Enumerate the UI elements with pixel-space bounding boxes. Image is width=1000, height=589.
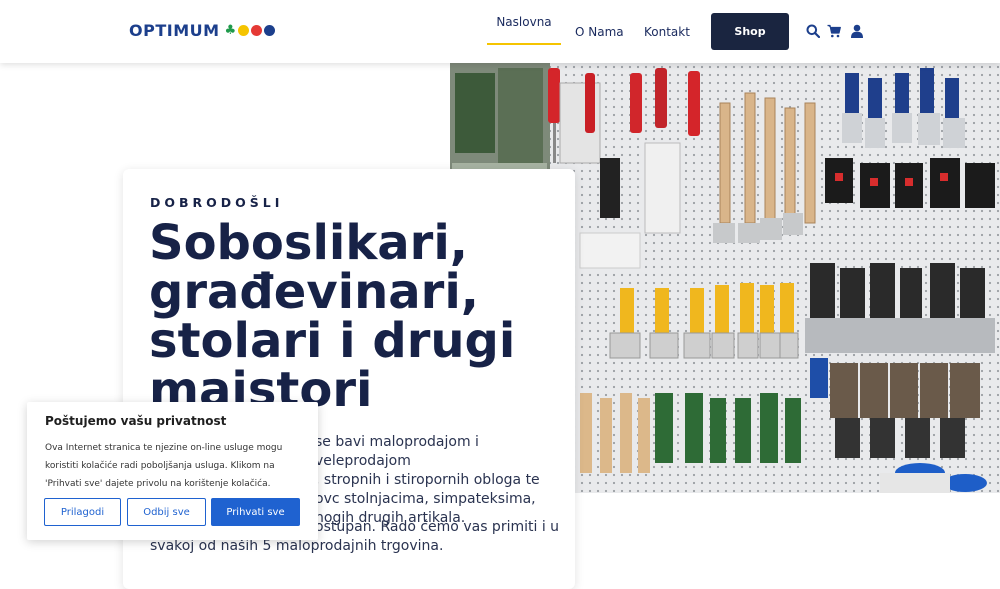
blue-dot-icon (264, 25, 276, 36)
accept-all-button[interactable]: Prihvati sve (211, 498, 300, 526)
user-icon[interactable] (850, 24, 864, 38)
yellow-dot-icon (238, 25, 250, 36)
red-dot-icon (251, 25, 263, 36)
logo-text: OPTIMUM (129, 21, 220, 40)
shop-button[interactable]: Shop (711, 13, 789, 50)
logo-marks: ♣ (225, 24, 276, 37)
hero-eyebrow: DOBRODOŠLI (150, 195, 284, 210)
nav-o-nama[interactable]: O Nama (575, 0, 624, 63)
nav-naslovna-label[interactable]: Naslovna (496, 15, 551, 29)
nav-naslovna[interactable]: Naslovna (487, 0, 561, 45)
cookie-consent-banner: Poštujemo vašu privatnost Ova Internet s… (27, 402, 318, 540)
nav-kontakt[interactable]: Kontakt (644, 0, 690, 63)
cookie-text: Ova Internet stranica te njezine on-line… (45, 443, 283, 489)
nav-kontakt-label[interactable]: Kontakt (644, 25, 690, 39)
reject-all-button[interactable]: Odbij sve (127, 498, 206, 526)
logo[interactable]: OPTIMUM ♣ (129, 21, 276, 40)
customize-button[interactable]: Prilagodi (44, 498, 121, 526)
cart-icon[interactable] (827, 24, 841, 38)
hero-title: Soboslikari, građevinari, stolari i drug… (149, 215, 516, 418)
clover-icon: ♣ (224, 23, 237, 38)
nav-o-nama-label[interactable]: O Nama (575, 25, 624, 39)
cookie-title: Poštujemo vašu privatnost (45, 414, 227, 428)
site-header: OPTIMUM ♣ Naslovna O Nama Kontakt Shop (0, 0, 1000, 63)
search-icon[interactable] (806, 24, 820, 38)
